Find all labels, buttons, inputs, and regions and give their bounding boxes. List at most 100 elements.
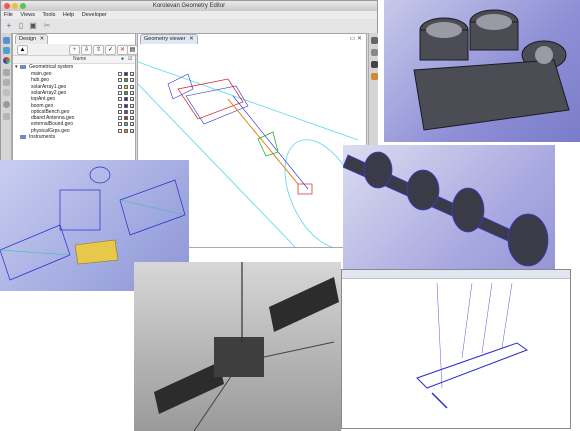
tree-header: Name ● ☑ [13, 56, 135, 64]
visibility-checkbox[interactable]: ✓ [130, 90, 134, 95]
color-swatch-icon[interactable] [124, 103, 128, 108]
visibility-checkbox[interactable]: ✓ [130, 78, 134, 83]
tree-item-label: physicalGrps.geo [31, 127, 70, 134]
crankshaft-drawing [343, 151, 549, 267]
satellite-solid-drawing [154, 262, 339, 431]
tool-dock-icon[interactable] [3, 69, 10, 76]
palette-icon[interactable] [371, 73, 378, 80]
color-swatch-icon[interactable] [118, 128, 122, 133]
satellite-solid-render-image [134, 262, 341, 431]
visibility-checkbox[interactable]: ✓ [130, 128, 134, 133]
pointer-icon[interactable] [371, 61, 378, 68]
color-swatch-icon[interactable] [124, 90, 128, 95]
close-tab-icon[interactable]: ✕ [189, 36, 194, 42]
color-swatch-icon[interactable] [118, 109, 122, 114]
tree-item-label: hub.geo [31, 77, 50, 84]
mesh-dock-icon[interactable] [3, 47, 10, 54]
color-swatch-icon[interactable] [124, 84, 128, 89]
cut-icon[interactable]: ✂ [42, 21, 52, 31]
color-swatch-icon[interactable] [118, 103, 122, 108]
view-icon[interactable] [371, 37, 378, 44]
color-swatch-icon[interactable] [118, 78, 122, 83]
tab-design[interactable]: Design ✕ [15, 34, 49, 44]
visibility-checkbox[interactable]: ✓ [130, 122, 134, 127]
color-swatch-icon[interactable] [118, 122, 122, 127]
antenna-wireframe-drawing[interactable] [342, 278, 570, 428]
window-title: Korolevan Geometry Editor [152, 3, 226, 9]
tree-item-row[interactable]: opticalBench.geo ✓ [13, 109, 135, 115]
tree-item-row[interactable]: externalBound.geo ✓ [13, 121, 135, 127]
tree-item-row[interactable]: hub.geo ✓ [13, 77, 135, 83]
visibility-checkbox[interactable]: ✓ [130, 72, 134, 77]
3d-icon[interactable] [371, 49, 378, 56]
tab-design-label: Design [19, 36, 37, 42]
menu-developer[interactable]: Developer [82, 12, 107, 18]
tab-geometry-viewer[interactable]: Geometry viewer ✕ [140, 34, 198, 44]
design-dock-icon[interactable] [3, 37, 10, 44]
menu-views[interactable]: Views [20, 12, 35, 18]
visible-column-icon: ☑ [128, 56, 133, 62]
tree-item-row[interactable]: boom.geo ✓ [13, 103, 135, 109]
color-swatch-icon[interactable] [118, 90, 122, 95]
tree-root-label: Geometrical system [29, 64, 74, 70]
open-icon[interactable]: ▯ [16, 21, 26, 31]
export-icon[interactable]: ⇧ [93, 45, 104, 55]
tree-item-label: solarArray1.geo [31, 83, 67, 90]
color-swatch-icon[interactable] [118, 84, 122, 89]
save-icon[interactable]: ▣ [28, 21, 38, 31]
visibility-checkbox[interactable]: ✓ [130, 97, 134, 102]
tree-item-label: dband Antenna.geo [31, 115, 75, 122]
color-swatch-icon[interactable] [124, 128, 128, 133]
menu-tools[interactable]: Tools [43, 12, 56, 18]
tree-item-row[interactable]: solarArray2.geo ✓ [13, 90, 135, 96]
visibility-checkbox[interactable]: ✓ [130, 103, 134, 108]
design-toolbar: ▲ + ⇩ ⇧ ✓ ✕ ▤ [13, 44, 138, 56]
crankshaft-render-image [343, 145, 555, 269]
instruments-label: Instruments [29, 134, 56, 140]
instruments-row[interactable]: Instruments [13, 134, 135, 140]
tree-item-row[interactable]: dband Antenna.geo ✓ [13, 115, 135, 121]
import-icon[interactable]: ⇩ [81, 45, 92, 55]
tree-item-label: solarArray2.geo [31, 89, 67, 96]
tree-root-row[interactable]: ▾ Geometrical system [13, 64, 135, 70]
tree-item-row[interactable]: physicalGrps.geo ✓ [13, 128, 135, 134]
cursor-icon[interactable]: ▲ [17, 45, 28, 55]
color-swatch-icon[interactable] [124, 97, 128, 102]
tree-item-label: boom.geo [31, 102, 54, 109]
tree-item-row[interactable]: topAnt.geo ✓ [13, 96, 135, 102]
engine-render-image [384, 0, 580, 142]
menu-file[interactable]: File [4, 12, 13, 18]
new-icon[interactable]: + [4, 21, 14, 31]
expand-arrow-icon[interactable]: ▾ [15, 64, 18, 70]
color-swatch-icon[interactable] [124, 78, 128, 83]
settings-dock-icon[interactable] [3, 101, 10, 108]
add-icon[interactable]: + [69, 45, 80, 55]
color-swatch-icon[interactable] [118, 72, 122, 76]
visibility-checkbox[interactable]: ✓ [130, 84, 134, 89]
menu-bar: File Views Tools Help Developer [1, 11, 377, 19]
panel-window-controls[interactable]: ▭ ✕ [350, 35, 362, 42]
color-swatch-icon[interactable] [124, 116, 128, 121]
visibility-checkbox[interactable]: ✓ [130, 109, 134, 114]
color-swatch-icon[interactable] [124, 72, 128, 76]
check-icon[interactable]: ✓ [105, 45, 116, 55]
materials-dock-icon[interactable] [3, 57, 10, 64]
tool-dock-icon-2[interactable] [3, 79, 10, 86]
color-swatch-icon[interactable] [124, 109, 128, 114]
folder-icon [20, 135, 26, 139]
tool-dock-icon-4[interactable] [3, 113, 10, 120]
tree-item-row[interactable]: main.geo ✓ [13, 71, 135, 77]
color-swatch-icon[interactable] [118, 116, 122, 121]
tool-dock-icon-3[interactable] [3, 89, 10, 96]
menu-help[interactable]: Help [63, 12, 74, 18]
color-swatch-icon[interactable] [118, 97, 122, 102]
close-tab-icon[interactable]: ✕ [40, 36, 45, 42]
tree-item-row[interactable]: solarArray1.geo ✓ [13, 84, 135, 90]
tree-item-label: externalBound.geo [31, 121, 73, 128]
folder-icon [20, 65, 26, 69]
secondary-viewer-window [341, 269, 571, 429]
visibility-checkbox[interactable]: ✓ [130, 116, 134, 121]
tab-geometry-viewer-label: Geometry viewer [144, 36, 186, 42]
spacecraft-wireframe [167, 73, 313, 195]
color-swatch-icon[interactable] [124, 122, 128, 127]
